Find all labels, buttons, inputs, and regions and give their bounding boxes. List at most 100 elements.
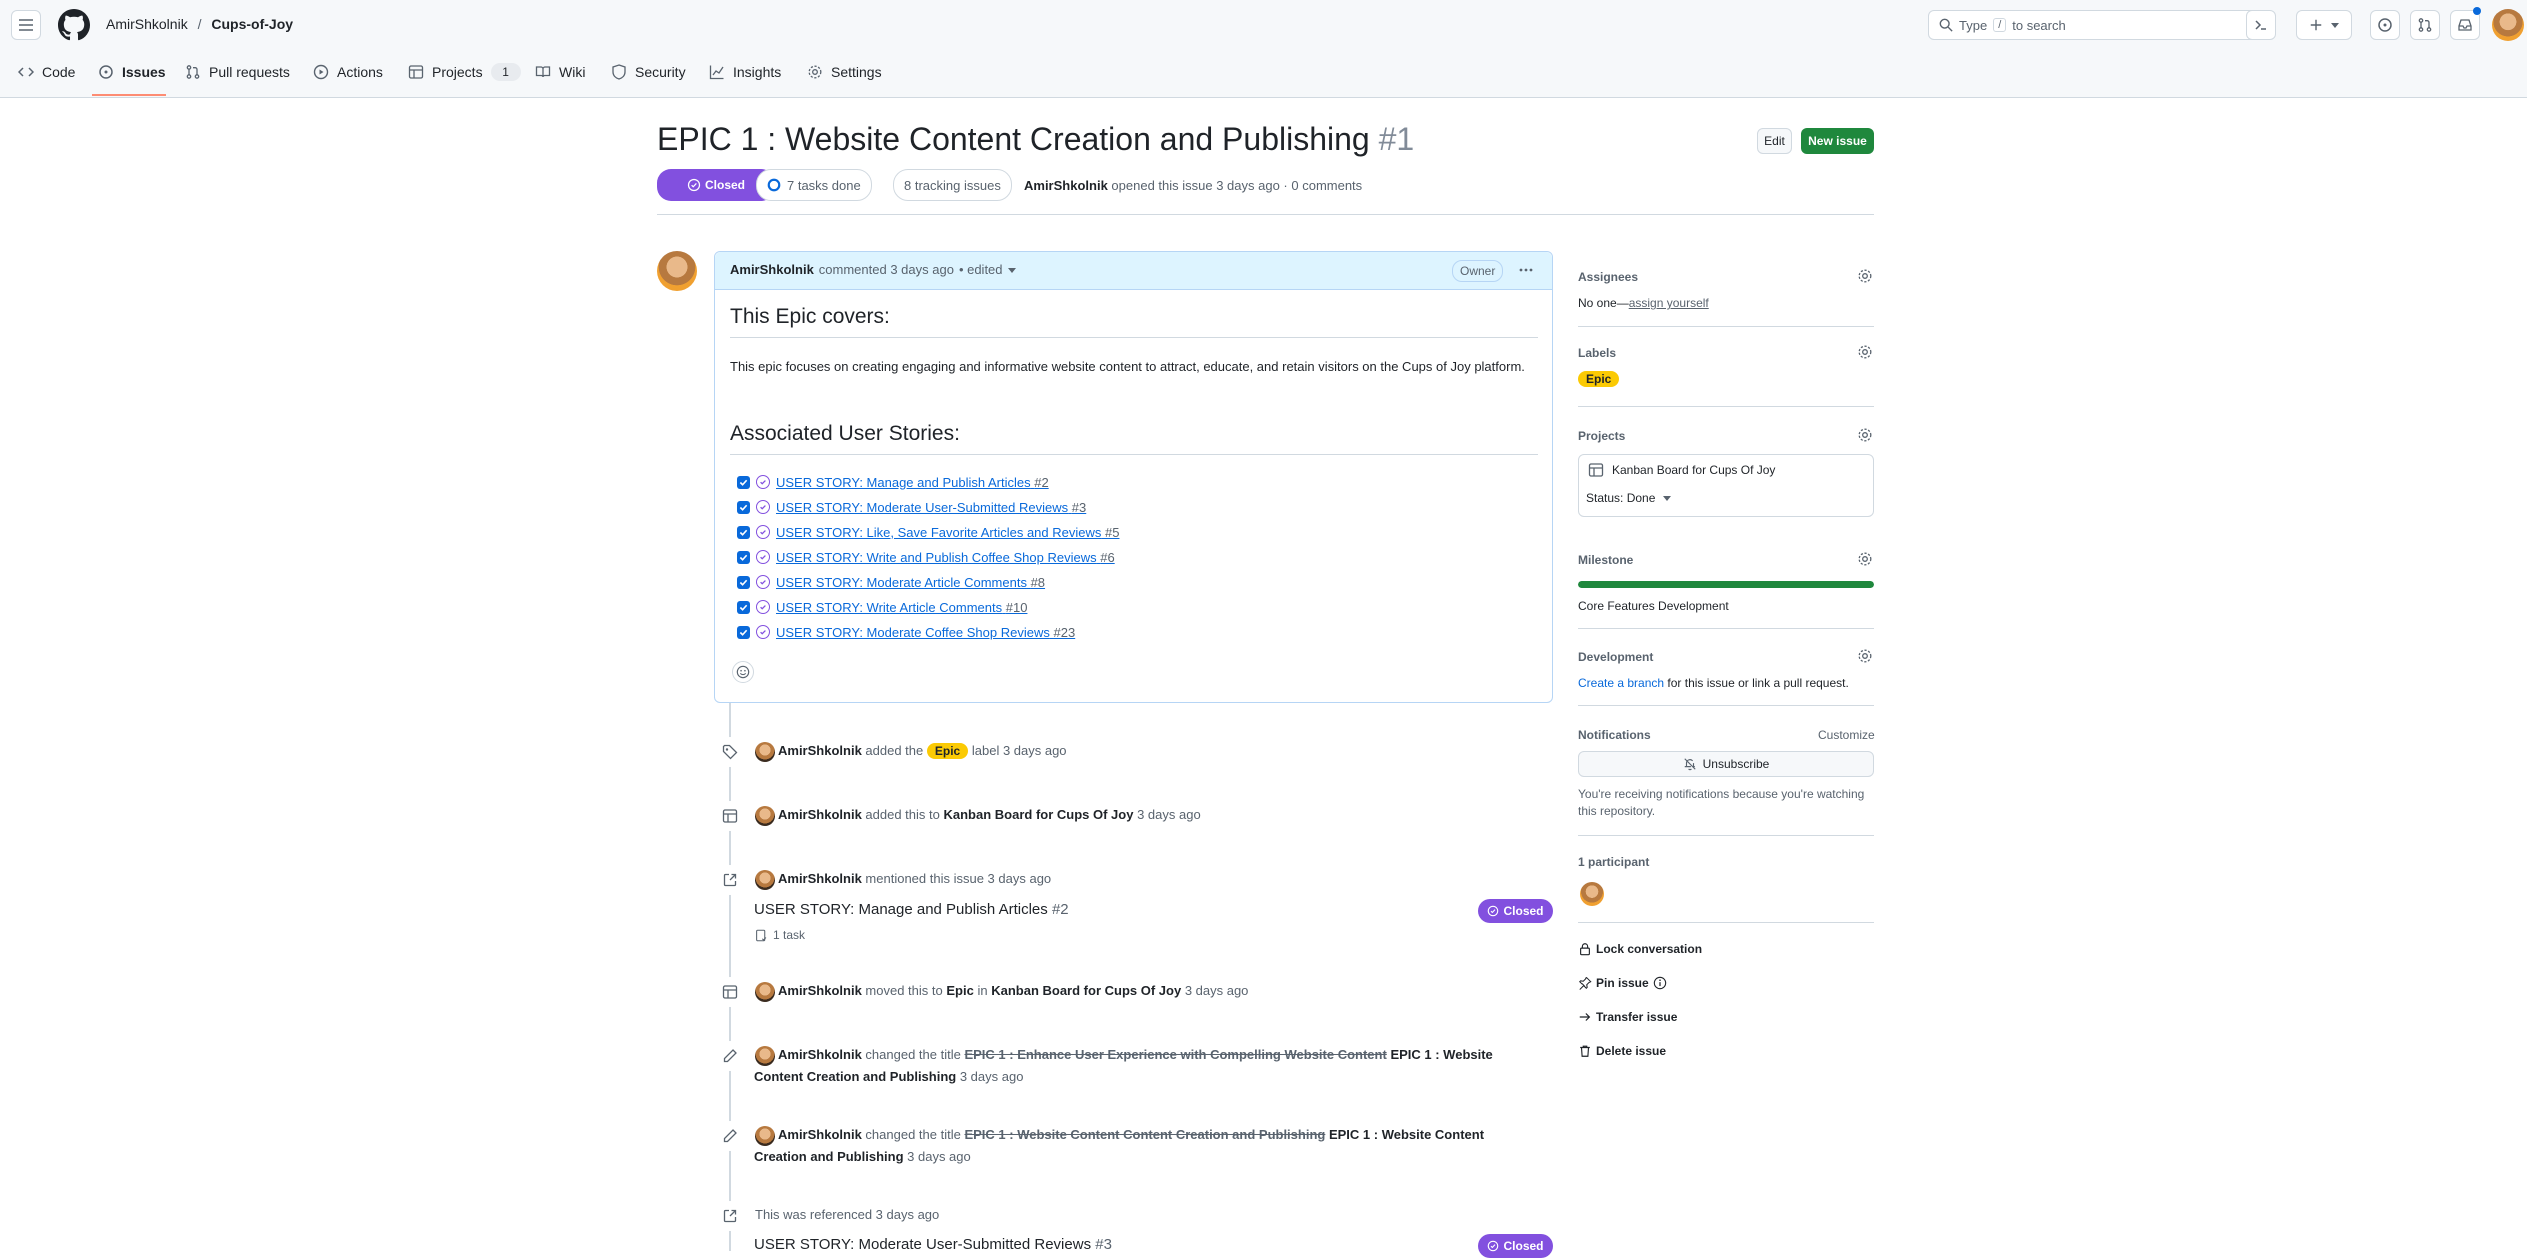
tab-projects[interactable]: Projects 1 [408, 58, 521, 86]
user-story-link[interactable]: USER STORY: Moderate User-Submitted Revi… [776, 500, 1086, 515]
gear-icon[interactable] [1857, 648, 1873, 664]
event-actor-link[interactable]: AmirShkolnik [778, 743, 862, 758]
command-palette-button[interactable] [2246, 10, 2276, 40]
task-checkbox[interactable] [737, 625, 750, 639]
user-story-title: USER STORY: Write and Publish Coffee Sho… [776, 549, 1097, 565]
unsubscribe-button[interactable]: Unsubscribe [1578, 751, 1874, 777]
issue-closed-icon [756, 575, 770, 589]
event-actor-avatar[interactable] [755, 1126, 775, 1146]
comment-author-avatar[interactable] [657, 251, 697, 291]
user-story-item: USER STORY: Like, Save Favorite Articles… [737, 522, 1119, 542]
tab-settings[interactable]: Settings [807, 58, 882, 86]
notifications-heading: Notifications [1578, 728, 1651, 742]
task-checkbox[interactable] [737, 550, 750, 564]
info-icon[interactable] [1653, 976, 1667, 990]
issue-author-link[interactable]: AmirShkolnik [1024, 178, 1108, 193]
gear-icon[interactable] [1857, 268, 1873, 284]
bell-slash-icon [1683, 758, 1696, 771]
event-actor-avatar[interactable] [755, 806, 775, 826]
milestone-name[interactable]: Core Features Development [1578, 599, 1729, 613]
event-text: label 3 days ago [971, 743, 1067, 758]
epic-label[interactable]: Epic [1578, 371, 1620, 387]
customize-link[interactable]: Customize [1818, 728, 1875, 742]
project-status-dropdown[interactable]: Status: Done [1586, 491, 1672, 505]
transfer-issue-button[interactable]: Transfer issue [1578, 1010, 1677, 1024]
tasks-done-pill[interactable]: 7 tasks done [756, 169, 872, 201]
event-actor-avatar[interactable] [755, 1046, 775, 1066]
create-new-button[interactable] [2296, 10, 2352, 40]
task-checkbox[interactable] [737, 525, 750, 539]
project-card-title[interactable]: Kanban Board for Cups Of Joy [1588, 462, 1775, 478]
assignees-value: No one—assign yourself [1578, 296, 1709, 310]
user-story-title: USER STORY: Like, Save Favorite Articles… [776, 524, 1102, 540]
delete-issue-button[interactable]: Delete issue [1578, 1044, 1666, 1058]
referenced-issue-link[interactable]: USER STORY: Moderate User-Submitted Revi… [754, 1236, 1112, 1253]
old-title: EPIC 1 : Enhance User Experience with Co… [964, 1047, 1387, 1062]
event-text: added the [865, 743, 924, 758]
tab-insights[interactable]: Insights [709, 58, 781, 86]
triangle-down-icon[interactable] [1007, 266, 1016, 274]
tab-security[interactable]: Security [611, 58, 686, 86]
comment-heading-1: This Epic covers: [730, 305, 890, 328]
tab-issues[interactable]: Issues [98, 58, 166, 86]
owner-badge: Owner [1452, 260, 1504, 282]
user-story-link[interactable]: USER STORY: Write and Publish Coffee Sho… [776, 550, 1115, 565]
assign-yourself-link[interactable]: assign yourself [1629, 296, 1709, 310]
pull-requests-button[interactable] [2410, 10, 2440, 40]
event-6-text-cont: Creation and Publishing 3 days ago [754, 1149, 971, 1164]
lock-conversation-button[interactable]: Lock conversation [1578, 942, 1702, 956]
event-actor-avatar[interactable] [755, 742, 775, 762]
tab-pull-requests[interactable]: Pull requests [185, 58, 290, 86]
create-branch-link[interactable]: Create a branch [1578, 676, 1664, 690]
timeline-event-project-added [715, 801, 745, 831]
user-story-link[interactable]: USER STORY: Write Article Comments #10 [776, 600, 1027, 615]
event-text: 3 days ago [1137, 807, 1201, 822]
user-story-item: USER STORY: Manage and Publish Articles … [737, 472, 1049, 492]
project-link[interactable]: Kanban Board for Cups Of Joy [944, 807, 1134, 822]
tab-actions[interactable]: Actions [313, 58, 383, 86]
new-issue-button[interactable]: New issue [1801, 128, 1874, 154]
epic-label[interactable]: Epic [926, 743, 969, 759]
event-actor-avatar[interactable] [755, 982, 775, 1002]
github-logo-icon[interactable] [58, 9, 90, 41]
user-story-link[interactable]: USER STORY: Moderate Article Comments #8 [776, 575, 1045, 590]
task-checkbox[interactable] [737, 500, 750, 514]
task-checkbox[interactable] [737, 475, 750, 489]
event-actor-avatar[interactable] [755, 870, 775, 890]
pin-issue-button[interactable]: Pin issue [1578, 976, 1667, 990]
project-link[interactable]: Kanban Board for Cups Of Joy [991, 983, 1181, 998]
referenced-issue-state-label: Closed [1503, 904, 1544, 918]
tab-wiki[interactable]: Wiki [535, 58, 585, 86]
event-actor-link[interactable]: AmirShkolnik [778, 807, 862, 822]
user-story-link[interactable]: USER STORY: Like, Save Favorite Articles… [776, 525, 1119, 540]
gear-icon[interactable] [1857, 551, 1873, 567]
edit-title-button[interactable]: Edit [1757, 128, 1792, 154]
comment-edited[interactable]: • edited [959, 262, 1003, 277]
comment-author-link[interactable]: AmirShkolnik [730, 262, 814, 277]
event-actor-link[interactable]: AmirShkolnik [778, 1047, 862, 1062]
add-reaction-button[interactable] [732, 661, 754, 683]
participant-avatar[interactable] [1580, 882, 1604, 906]
tab-code[interactable]: Code [18, 58, 75, 86]
check-icon [739, 479, 748, 486]
pencil-icon [723, 1049, 737, 1063]
menu-button[interactable] [11, 10, 41, 40]
comment-options-button[interactable] [1515, 260, 1537, 280]
task-checkbox[interactable] [737, 600, 750, 614]
check-icon [739, 529, 748, 536]
referenced-issue-link[interactable]: USER STORY: Manage and Publish Articles … [754, 901, 1069, 918]
event-actor-link[interactable]: AmirShkolnik [778, 871, 862, 886]
tracking-issues-pill[interactable]: 8 tracking issues [893, 169, 1012, 201]
gear-icon[interactable] [1857, 344, 1873, 360]
gear-icon[interactable] [1857, 427, 1873, 443]
event-actor-link[interactable]: AmirShkolnik [778, 983, 862, 998]
user-story-link[interactable]: USER STORY: Manage and Publish Articles … [776, 475, 1049, 490]
repo-link[interactable]: Cups-of-Joy [211, 16, 293, 32]
task-checkbox[interactable] [737, 575, 750, 589]
owner-link[interactable]: AmirShkolnik [106, 16, 188, 32]
issues-button[interactable] [2370, 10, 2400, 40]
user-story-link[interactable]: USER STORY: Moderate Coffee Shop Reviews… [776, 625, 1075, 640]
event-actor-link[interactable]: AmirShkolnik [778, 1127, 862, 1142]
user-avatar[interactable] [2492, 9, 2524, 41]
search-input[interactable]: Type / to search [1928, 10, 2274, 40]
